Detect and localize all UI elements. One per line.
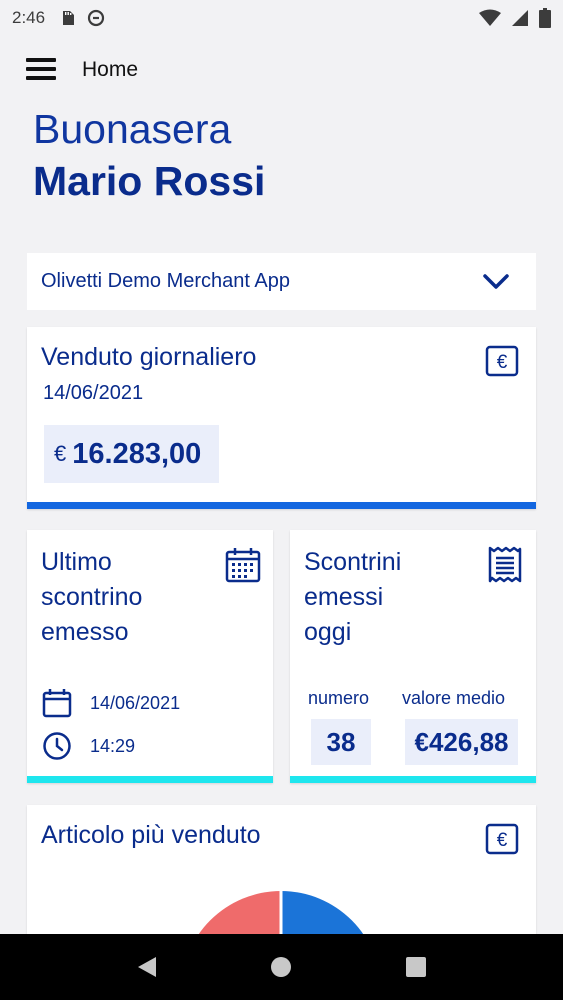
app-bar-title: Home xyxy=(82,58,139,81)
signal-icon xyxy=(512,10,528,26)
daily-sales-amount-box: € 16.283,00 xyxy=(44,425,219,483)
receipts-avg-value: €426,88 xyxy=(405,719,518,765)
daily-sales-date: 14/06/2021 xyxy=(43,382,144,404)
daily-sales-amount: 16.283,00 xyxy=(72,437,202,470)
last-receipt-time-row: 14:29 xyxy=(42,731,135,761)
app-bar: Home xyxy=(0,48,563,94)
receipts-count-label: numero xyxy=(308,688,370,708)
back-icon[interactable] xyxy=(136,955,158,979)
system-nav-bar xyxy=(0,934,563,1000)
last-receipt-card[interactable]: Ultimo scontrino emesso 14/06/2021 14:29 xyxy=(27,530,273,783)
status-time: 2:46 xyxy=(12,8,46,27)
card-accent-bar xyxy=(27,502,536,509)
daily-sales-title: Venduto giornaliero xyxy=(41,343,257,371)
clock-icon xyxy=(43,732,71,760)
last-receipt-date: 14/06/2021 xyxy=(90,692,181,713)
daily-sales-currency: € xyxy=(54,441,67,466)
last-receipt-title-line: Ultimo xyxy=(41,548,112,576)
receipts-avg-label: valore medio xyxy=(402,688,506,708)
chevron-down-icon xyxy=(483,274,509,289)
do-not-disturb-icon xyxy=(87,9,105,27)
greeting-user-name: Mario Rossi xyxy=(33,158,266,204)
euro-icon: € xyxy=(485,823,519,855)
card-accent-bar xyxy=(290,776,536,783)
greeting-salutation: Buonasera xyxy=(33,106,232,152)
calendar-icon xyxy=(42,689,72,718)
last-receipt-title-line: scontrino xyxy=(41,583,143,611)
top-item-title: Articolo più venduto xyxy=(41,821,261,849)
receipts-today-title: Scontrini emessi oggi xyxy=(304,545,401,650)
receipts-count-value: 38 xyxy=(311,719,371,765)
svg-text:€: € xyxy=(497,352,508,373)
wifi-icon xyxy=(479,9,501,26)
svg-text:€: € xyxy=(497,830,508,851)
sd-card-icon xyxy=(63,11,75,25)
receipts-today-card[interactable]: Scontrini emessi oggi numero valore medi… xyxy=(290,530,536,783)
recents-icon[interactable] xyxy=(405,956,427,978)
receipts-today-title-line: oggi xyxy=(304,618,352,646)
last-receipt-title: Ultimo scontrino emesso xyxy=(41,545,142,650)
receipts-today-title-line: emessi xyxy=(304,583,384,611)
last-receipt-time: 14:29 xyxy=(90,735,136,756)
menu-icon[interactable] xyxy=(26,58,56,82)
euro-icon: € xyxy=(485,345,519,377)
card-accent-bar xyxy=(27,776,273,783)
last-receipt-title-line: emesso xyxy=(41,618,129,646)
battery-icon xyxy=(539,8,551,28)
calendar-icon xyxy=(225,548,261,583)
home-icon[interactable] xyxy=(270,956,292,978)
daily-sales-card[interactable]: Venduto giornaliero € 14/06/2021 € 16.28… xyxy=(27,327,536,509)
status-bar: 2:46 xyxy=(0,0,563,36)
merchant-select[interactable]: Olivetti Demo Merchant App xyxy=(27,253,536,310)
receipts-today-title-line: Scontrini xyxy=(304,548,402,576)
last-receipt-date-row: 14/06/2021 xyxy=(42,688,180,718)
receipt-icon xyxy=(488,546,522,583)
merchant-select-value: Olivetti Demo Merchant App xyxy=(41,270,290,292)
